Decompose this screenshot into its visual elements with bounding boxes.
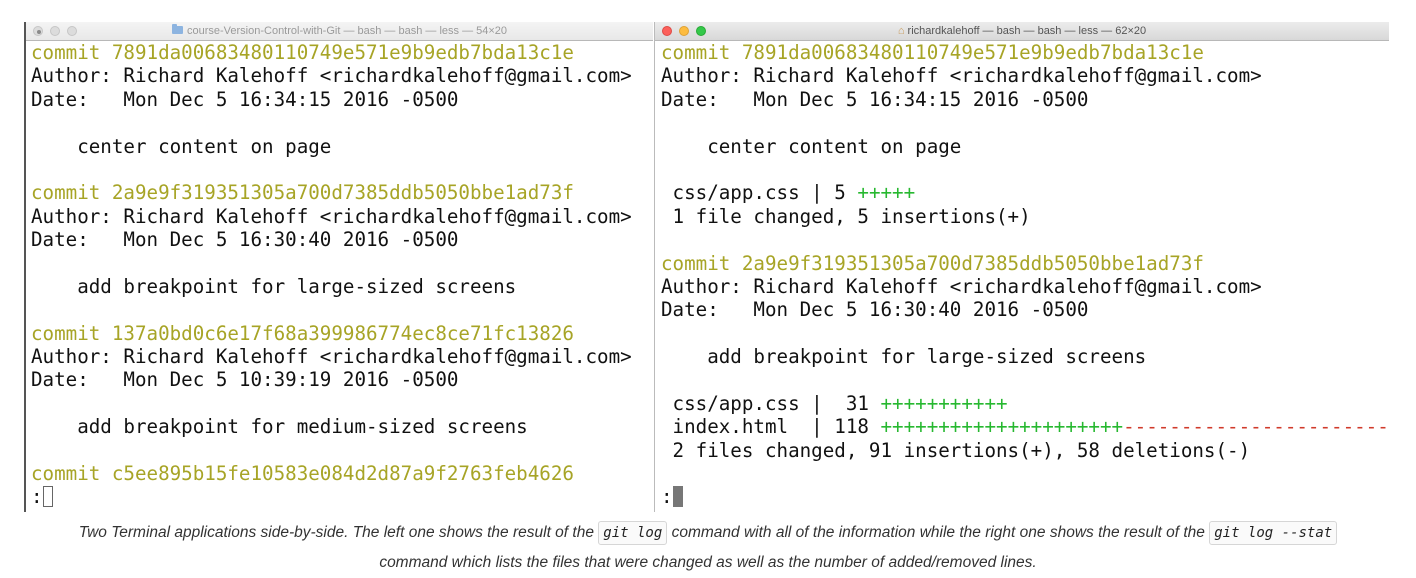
caption-text-1: Two Terminal applications side-by-side. …: [78, 524, 599, 541]
figure-caption: Two Terminal applications side-by-side. …: [0, 518, 1416, 577]
terminal-line: Author: Richard Kalehoff <richardkalehof…: [661, 274, 1262, 298]
left-window-title-wrap: course-Version-Control-with-Git — bash —…: [26, 24, 653, 37]
terminal-line: Author: Richard Kalehoff <richardkalehof…: [31, 64, 632, 88]
terminal-line: center content on page: [661, 134, 962, 158]
left-window-title: course-Version-Control-with-Git — bash —…: [186, 25, 508, 37]
caption-code-git-log: git log: [598, 521, 668, 545]
diffstat-file: css/app.css | 31: [661, 391, 881, 415]
right-window-title: richardkalehoff — bash — bash — less — 6…: [907, 25, 1147, 37]
terminal-line: 2 files changed, 91 insertions(+), 58 de…: [661, 438, 1251, 462]
terminal-line: Author: Richard Kalehoff <richardkalehof…: [661, 64, 1262, 88]
commit-hash: commit 2a9e9f319351305a700d7385ddb5050bb…: [31, 181, 574, 205]
text-cursor: [42, 486, 53, 508]
commit-hash: commit 7891da00683480110749e571e9b9edb7b…: [31, 41, 574, 64]
terminal-line: Author: Richard Kalehoff <richardkalehof…: [31, 204, 632, 228]
commit-hash-line: commit 2a9e9f319351305a700d7385ddb5050bb…: [661, 252, 1389, 275]
commit-hash: commit 7891da00683480110749e571e9b9edb7b…: [661, 41, 1204, 64]
diffstat-file: index.html | 118: [661, 415, 881, 439]
diffstat-insertions: +++++++++++++++++++++: [880, 415, 1124, 439]
commit-hash-line: commit 7891da00683480110749e571e9b9edb7b…: [661, 41, 1389, 64]
diffstat-deletions: --------------------------: [1123, 415, 1389, 439]
home-icon: ⌂: [897, 25, 905, 37]
right-terminal-output[interactable]: commit 7891da00683480110749e571e9b9edb7b…: [655, 41, 1389, 509]
folder-icon: [171, 24, 183, 34]
prompt-colon: :: [661, 485, 673, 509]
terminal-line: 1 file changed, 5 insertions(+): [661, 204, 1031, 228]
diffstat-file: css/app.css | 5: [661, 181, 858, 205]
commit-hash: commit c5ee895b15fe10583e084d2d87a9f2763…: [31, 462, 574, 486]
right-window-titlebar[interactable]: ⌂ richardkalehoff — bash — bash — less — …: [655, 22, 1389, 41]
terminal-line: Author: Richard Kalehoff <richardkalehof…: [31, 345, 632, 369]
text-cursor: [672, 486, 683, 508]
caption-text-2: command with all of the information whil…: [667, 524, 1210, 541]
diffstat-insertions: +++++++++++: [880, 391, 1008, 415]
commit-hash-line: commit 2a9e9f319351305a700d7385ddb5050bb…: [31, 181, 653, 204]
right-window-title-wrap: ⌂ richardkalehoff — bash — bash — less — …: [655, 25, 1389, 37]
diffstat-line: css/app.css | 5 +++++: [661, 181, 1389, 204]
diffstat-line: css/app.css | 31 +++++++++++: [661, 392, 1389, 415]
diffstat-insertions: +++++: [857, 181, 916, 205]
commit-hash-line: commit c5ee895b15fe10583e084d2d87a9f2763…: [31, 462, 653, 485]
terminal-line: Date: Mon Dec 5 16:30:40 2016 -0500: [661, 298, 1089, 322]
less-prompt[interactable]: :: [661, 485, 1389, 508]
left-window-titlebar[interactable]: course-Version-Control-with-Git — bash —…: [26, 22, 653, 41]
caption-text-3: command which lists the files that were …: [379, 554, 1037, 571]
commit-hash-line: commit 137a0bd0c6e17f68a399986774ec8ce71…: [31, 322, 653, 345]
terminal-line: add breakpoint for medium-sized screens: [31, 415, 528, 439]
right-terminal-window[interactable]: ⌂ richardkalehoff — bash — bash — less — …: [654, 22, 1389, 512]
caption-code-git-log-stat: git log --stat: [1209, 521, 1338, 545]
left-terminal-output[interactable]: commit 7891da00683480110749e571e9b9edb7b…: [26, 41, 653, 509]
prompt-colon: :: [31, 485, 43, 509]
left-terminal-window[interactable]: course-Version-Control-with-Git — bash —…: [24, 22, 653, 512]
terminal-line: center content on page: [31, 134, 332, 158]
terminal-line: add breakpoint for large-sized screens: [661, 345, 1147, 369]
terminal-line: Date: Mon Dec 5 16:34:15 2016 -0500: [31, 87, 459, 111]
terminal-line: add breakpoint for large-sized screens: [31, 274, 517, 298]
commit-hash: commit 2a9e9f319351305a700d7385ddb5050bb…: [661, 251, 1204, 275]
terminal-line: Date: Mon Dec 5 16:30:40 2016 -0500: [31, 228, 459, 252]
commit-hash: commit 137a0bd0c6e17f68a399986774ec8ce71…: [31, 321, 574, 345]
terminal-line: Date: Mon Dec 5 16:34:15 2016 -0500: [661, 87, 1089, 111]
diffstat-line: index.html | 118 +++++++++++++++++++++--…: [661, 415, 1389, 438]
commit-hash-line: commit 7891da00683480110749e571e9b9edb7b…: [31, 41, 653, 64]
terminal-line: Date: Mon Dec 5 10:39:19 2016 -0500: [31, 368, 459, 392]
less-prompt[interactable]: :: [31, 485, 653, 508]
